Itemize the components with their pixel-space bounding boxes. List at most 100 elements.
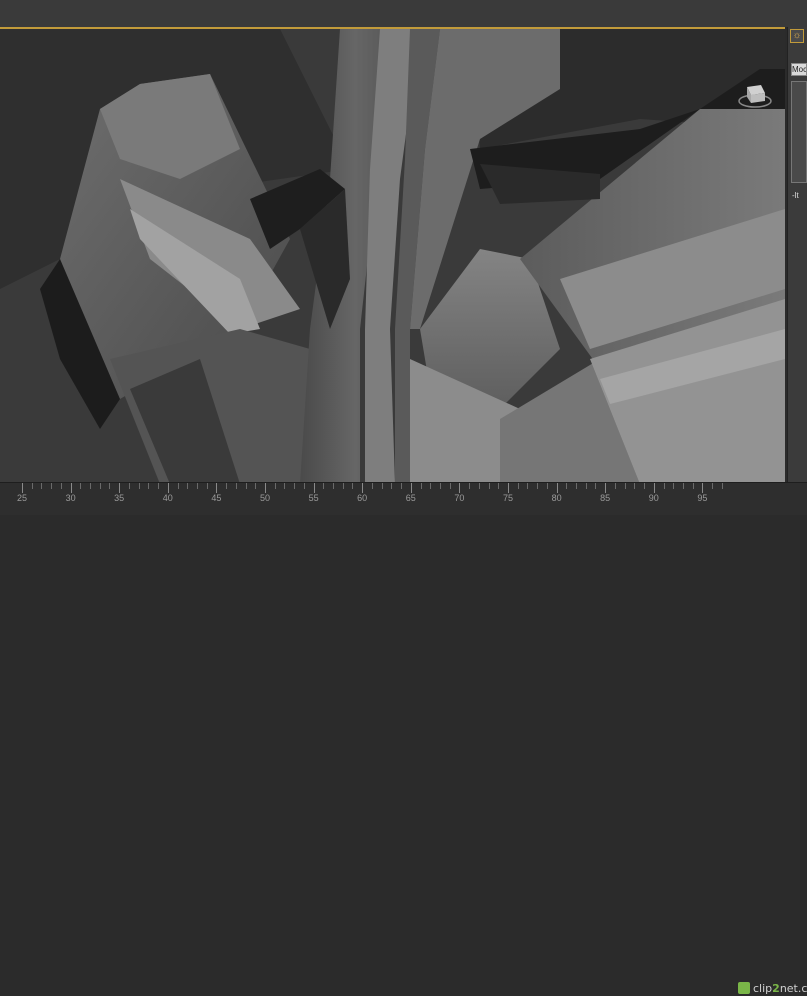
timeline-ruler[interactable]: 25 30 35 40 45 50 55 60 65 70 75 80 85 90 95 clip2net.… bbox=[0, 482, 807, 995]
ruler-tick bbox=[323, 483, 325, 489]
ruler-tick bbox=[410, 483, 412, 493]
ruler-tick bbox=[148, 483, 150, 489]
ruler-tick bbox=[41, 483, 43, 489]
ruler-label: 70 bbox=[454, 493, 465, 503]
ruler-tick bbox=[158, 483, 160, 489]
ruler-tick bbox=[585, 483, 587, 489]
ruler-tick bbox=[70, 483, 72, 493]
ruler-label: 35 bbox=[114, 493, 125, 503]
ruler-tick bbox=[673, 483, 675, 489]
ruler-tick bbox=[430, 483, 432, 489]
ruler-tick bbox=[51, 483, 53, 489]
ruler-tick bbox=[702, 483, 704, 493]
ruler-tick bbox=[371, 483, 373, 489]
ruler-label: 60 bbox=[357, 493, 368, 503]
ruler-tick bbox=[187, 483, 189, 489]
ruler-tick bbox=[226, 483, 228, 489]
ruler-tick bbox=[644, 483, 646, 489]
ruler-tick bbox=[352, 483, 354, 489]
ruler-tick bbox=[605, 483, 607, 493]
ruler-tick bbox=[478, 483, 480, 489]
ruler-tick bbox=[381, 483, 383, 489]
ruler-tick bbox=[274, 483, 276, 489]
ruler-label: 95 bbox=[697, 493, 708, 503]
top-toolbar bbox=[0, 0, 807, 27]
command-panel: ☼ Moc -lt bbox=[787, 27, 807, 482]
ruler-tick bbox=[712, 483, 714, 489]
ruler-tick bbox=[420, 483, 422, 489]
ruler-tick bbox=[624, 483, 626, 489]
ruler-tick bbox=[333, 483, 335, 489]
ruler-tick bbox=[469, 483, 471, 489]
ruler-tick bbox=[576, 483, 578, 489]
ruler-tick bbox=[99, 483, 101, 489]
ruler-tick bbox=[109, 483, 111, 489]
viewcube-icon[interactable] bbox=[735, 79, 775, 111]
ruler-tick bbox=[439, 483, 441, 489]
ruler-tick bbox=[401, 483, 403, 489]
watermark: clip2net.com bbox=[738, 980, 807, 996]
clip2net-logo-icon bbox=[738, 982, 750, 994]
ruler-tick bbox=[546, 483, 548, 489]
ruler-tick bbox=[342, 483, 344, 489]
ruler-label: 50 bbox=[259, 493, 271, 503]
ruler-tick bbox=[682, 483, 684, 489]
ruler-tick bbox=[517, 483, 519, 489]
ruler-tick bbox=[449, 483, 451, 489]
ruler-tick bbox=[196, 483, 198, 489]
ruler-tick bbox=[634, 483, 636, 489]
watermark-text: clip2net.com bbox=[753, 981, 807, 995]
ruler-tick bbox=[391, 483, 393, 489]
ruler-tick bbox=[488, 483, 490, 489]
sun-icon[interactable]: ☼ bbox=[790, 29, 804, 43]
ruler-tick bbox=[303, 483, 305, 489]
ruler-label: 45 bbox=[211, 493, 222, 503]
ruler-tick bbox=[128, 483, 130, 489]
ruler-tick bbox=[595, 483, 597, 489]
ruler-tick bbox=[206, 483, 208, 489]
ruler-tick bbox=[556, 483, 558, 493]
ruler-tick bbox=[265, 483, 266, 493]
ruler-label: 25 bbox=[16, 493, 28, 503]
ruler-tick bbox=[255, 483, 257, 489]
ruler-tick bbox=[31, 483, 33, 489]
ruler-tick bbox=[235, 483, 237, 489]
ruler-tick bbox=[177, 483, 179, 489]
ruler-label: 55 bbox=[308, 493, 319, 503]
ruler-tick bbox=[566, 483, 568, 489]
ruler-label: 80 bbox=[551, 493, 562, 503]
ruler-label: 30 bbox=[65, 493, 76, 503]
viewport-render bbox=[0, 29, 785, 484]
3d-viewport[interactable] bbox=[0, 27, 785, 484]
ruler-label: 65 bbox=[405, 493, 416, 503]
ruler-tick bbox=[527, 483, 529, 489]
ruler-tick bbox=[498, 483, 500, 489]
ruler-label: 90 bbox=[648, 493, 659, 503]
modifier-stack-list[interactable] bbox=[791, 81, 807, 183]
ruler-tick bbox=[119, 483, 121, 493]
ruler-tick bbox=[313, 483, 315, 493]
ruler-tick bbox=[216, 483, 218, 493]
ruler-tick bbox=[362, 483, 364, 493]
ruler-tick bbox=[90, 483, 92, 489]
ruler-tick bbox=[537, 483, 539, 489]
ruler-tick bbox=[721, 483, 723, 489]
ruler-label: 40 bbox=[162, 493, 173, 503]
modifier-list-field[interactable]: Moc bbox=[791, 63, 807, 76]
ruler-tick bbox=[614, 483, 616, 489]
ruler-tick bbox=[80, 483, 82, 489]
ruler-tick bbox=[508, 483, 509, 493]
panel-label: -lt bbox=[792, 191, 799, 200]
ruler-label: 85 bbox=[600, 493, 611, 503]
ruler-tick bbox=[245, 483, 247, 489]
ruler-tick bbox=[692, 483, 694, 489]
ruler-tick bbox=[138, 483, 140, 489]
ruler-tick bbox=[459, 483, 461, 493]
ruler-tick bbox=[60, 483, 62, 489]
ruler-tick bbox=[167, 483, 169, 493]
ruler-tick bbox=[663, 483, 665, 489]
ruler-tick bbox=[284, 483, 286, 489]
ruler-tick bbox=[294, 483, 296, 489]
ruler-tick bbox=[653, 483, 655, 493]
ruler-label: 75 bbox=[502, 493, 514, 503]
